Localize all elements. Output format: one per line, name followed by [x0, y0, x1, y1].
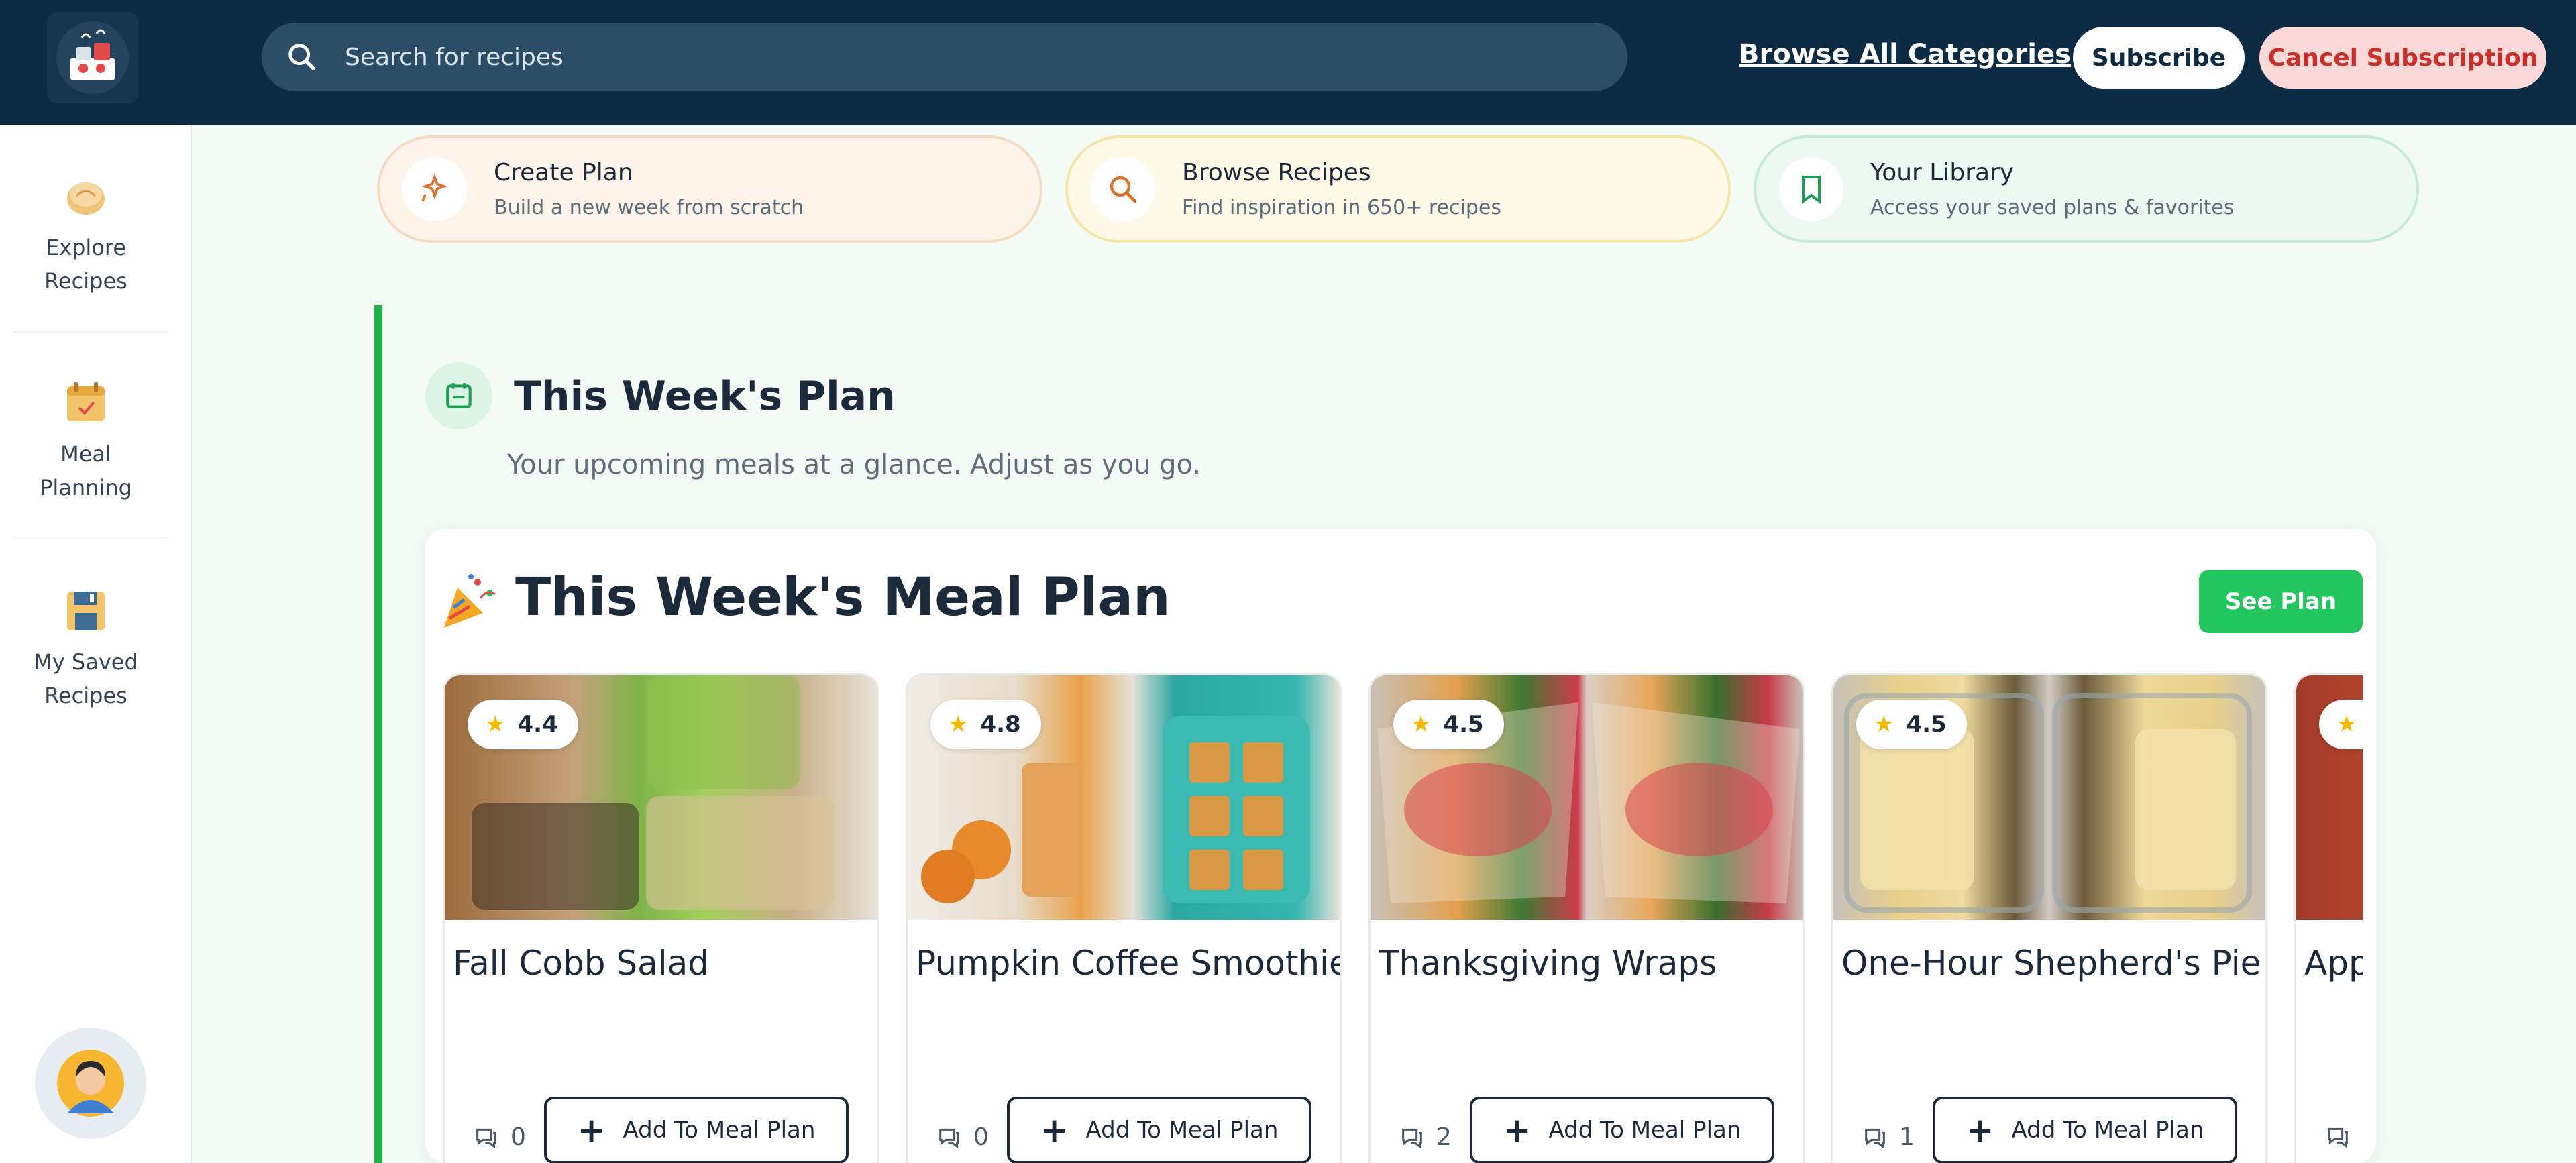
search-icon — [282, 37, 322, 77]
comment-count-value: 0 — [511, 1123, 526, 1151]
meal-plan-title: This Week's Meal Plan — [515, 567, 1171, 628]
star-icon: ★ — [948, 711, 969, 738]
add-to-meal-plan-label: Add To Meal Plan — [1085, 1117, 1279, 1144]
quick-action-browse-recipes[interactable]: Browse Recipes Find inspiration in 650+ … — [1065, 135, 1731, 243]
plus-icon: + — [1040, 1111, 1069, 1150]
see-plan-button[interactable]: See Plan — [2199, 570, 2363, 633]
quick-action-your-library[interactable]: Your Library Access your saved plans & f… — [1754, 135, 2419, 243]
comment-icon — [2324, 1123, 2351, 1150]
comment-count: 0 — [473, 1123, 526, 1151]
rating-value: 4.5 — [1443, 711, 1484, 738]
comment-icon — [936, 1124, 963, 1151]
plus-icon: + — [1503, 1111, 1532, 1150]
add-to-meal-plan-button[interactable]: + Add To Meal Plan — [1470, 1097, 1774, 1163]
quick-action-title: Create Plan — [494, 159, 633, 186]
sidebar-item-label: My Saved Recipes — [34, 649, 138, 708]
comment-count: 0 — [936, 1123, 989, 1151]
rating-badge: ★ 4.5 — [1856, 700, 1967, 749]
section-subtitle: Your upcoming meals at a glance. Adjust … — [507, 449, 1201, 480]
rating-badge: ★ 4.8 — [930, 700, 1041, 749]
browse-all-categories-link[interactable]: Browse All Categories — [1739, 39, 2071, 70]
calendar-icon — [425, 362, 492, 429]
party-popper-icon — [437, 571, 499, 633]
add-to-meal-plan-button[interactable]: + Add To Meal Plan — [1007, 1097, 1311, 1163]
recipe-title[interactable]: Fall Cobb Salad — [453, 944, 709, 983]
search-icon — [1091, 157, 1155, 221]
star-icon: ★ — [1411, 711, 1432, 738]
add-to-meal-plan-button[interactable]: + Add To Meal Plan — [544, 1097, 849, 1163]
section-title: This Week's Plan — [514, 373, 896, 420]
search-bar[interactable] — [262, 23, 1627, 91]
user-avatar[interactable] — [35, 1028, 146, 1139]
plus-icon: + — [577, 1111, 606, 1150]
comment-count-value: 1 — [1899, 1123, 1915, 1151]
sidebar-item-label: Meal Planning — [40, 441, 132, 500]
divider — [13, 537, 168, 538]
rating-value: 4.8 — [980, 711, 1021, 738]
sidebar-item-label: Explore Recipes — [44, 235, 127, 294]
rating-badge: ★ 4.4 — [468, 700, 578, 749]
sidebar-item-explore-recipes[interactable]: Explore Recipes — [0, 172, 172, 298]
add-to-meal-plan-label: Add To Meal Plan — [1548, 1117, 1741, 1144]
recipe-card[interactable]: ★ 4.8 Pumpkin Coffee Smoothie 0 + Add To M… — [906, 673, 1342, 1163]
bookmark-icon — [1779, 157, 1843, 221]
rating-badge: ★ 4.5 — [1393, 700, 1504, 749]
bread-icon — [62, 172, 110, 220]
recipe-title[interactable]: One-Hour Shepherd's Pie — [1841, 944, 2261, 983]
recipe-title[interactable]: Pumpkin Coffee Smoothie — [916, 944, 1340, 983]
star-icon: ★ — [1874, 711, 1894, 738]
add-to-meal-plan-label: Add To Meal Plan — [623, 1117, 816, 1144]
sidebar-item-my-saved-recipes[interactable]: My Saved Recipes — [0, 586, 172, 712]
quick-action-subtitle: Find inspiration in 650+ recipes — [1182, 196, 1501, 219]
calendar-icon — [62, 378, 110, 427]
cancel-subscription-button[interactable]: Cancel Subscription — [2259, 27, 2546, 89]
rating-badge: ★ — [2319, 700, 2363, 749]
plus-icon: + — [1966, 1111, 1994, 1150]
recipe-title[interactable]: App — [2304, 944, 2363, 983]
quick-action-subtitle: Access your saved plans & favorites — [1870, 196, 2235, 219]
comment-icon — [1862, 1124, 1888, 1151]
section-accent-bar — [374, 305, 382, 1163]
quick-action-title: Your Library — [1870, 159, 2015, 186]
meal-cards-row: ★ 4.4 Fall Cobb Salad 0 + Add To Meal Plan… — [443, 673, 2363, 1163]
comment-count: 1 — [1862, 1123, 1915, 1151]
subscribe-button[interactable]: Subscribe — [2073, 27, 2245, 89]
rating-value: 4.5 — [1906, 711, 1947, 738]
add-to-meal-plan-label: Add To Meal Plan — [2011, 1117, 2204, 1144]
quick-action-title: Browse Recipes — [1182, 159, 1371, 186]
comment-count: 2 — [1399, 1123, 1452, 1151]
recipe-card[interactable]: ★ 4.5 Thanksgiving Wraps 2 + Add To Meal P… — [1368, 673, 1805, 1163]
quick-action-create-plan[interactable]: Create Plan Build a new week from scratc… — [377, 135, 1042, 243]
sidebar: Explore Recipes Meal Planning My Saved R… — [0, 125, 192, 1163]
search-input[interactable] — [345, 43, 1552, 71]
rating-value: 4.4 — [517, 711, 558, 738]
comment-count-value: 0 — [973, 1123, 989, 1151]
star-icon: ★ — [485, 711, 506, 738]
top-bar: Browse All Categories Subscribe Cancel S… — [0, 0, 2576, 125]
sparkle-icon — [402, 157, 467, 221]
site-logo[interactable] — [47, 12, 138, 103]
recipe-card[interactable]: ★ App — [2294, 673, 2363, 1163]
comment-count — [2324, 1123, 2362, 1150]
quick-action-subtitle: Build a new week from scratch — [494, 196, 804, 219]
save-icon — [62, 586, 110, 634]
comment-count-value: 2 — [1436, 1123, 1452, 1151]
sidebar-item-meal-planning[interactable]: Meal Planning — [0, 378, 172, 504]
divider — [13, 331, 168, 333]
add-to-meal-plan-button[interactable]: + Add To Meal Plan — [1933, 1097, 2237, 1163]
comment-icon — [473, 1124, 500, 1151]
star-icon: ★ — [2337, 711, 2357, 738]
comment-icon — [1399, 1124, 1426, 1151]
recipe-title[interactable]: Thanksgiving Wraps — [1379, 944, 1717, 983]
recipe-card[interactable]: ★ 4.5 One-Hour Shepherd's Pie 1 + Add To M… — [1831, 673, 2267, 1163]
recipe-card[interactable]: ★ 4.4 Fall Cobb Salad 0 + Add To Meal Plan — [443, 673, 879, 1163]
